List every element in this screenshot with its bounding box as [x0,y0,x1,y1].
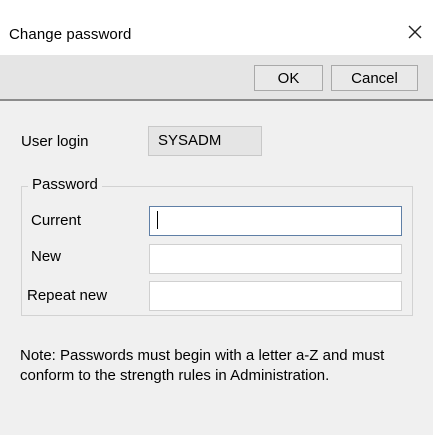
password-group-legend: Password [28,176,102,193]
toolbar-divider [0,99,433,101]
close-icon[interactable] [405,22,425,42]
current-password-label: Current [31,212,82,229]
new-password-field[interactable] [149,244,402,274]
dialog-titlebar: Change password [0,0,433,55]
dialog-title: Change password [9,26,132,43]
current-password-field[interactable] [149,206,402,236]
new-password-label: New [31,248,62,265]
user-login-value: SYSADM [148,126,262,156]
repeat-new-password-label: Repeat new [27,287,108,304]
cancel-button[interactable]: Cancel [331,65,418,91]
repeat-new-password-field[interactable] [149,281,402,311]
user-login-label: User login [21,133,89,150]
password-rules-note: Note: Passwords must begin with a letter… [20,347,385,384]
text-caret [157,211,158,229]
ok-button[interactable]: OK [254,65,323,91]
